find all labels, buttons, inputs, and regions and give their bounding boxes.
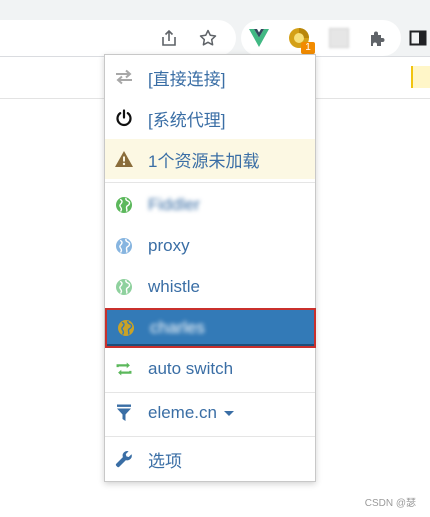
vue-devtools-icon[interactable] [245,24,273,52]
menu-item-proxy[interactable]: proxy [105,226,315,266]
auto-switch-icon [114,359,134,379]
menu-item-auto-switch[interactable]: auto switch [105,349,315,389]
menu-item-selected-profile[interactable]: charles [105,308,316,348]
menu-item-direct[interactable]: [直接连接] [105,57,315,97]
menu-item-label: charles [150,318,205,337]
power-icon [114,108,134,128]
extension-badge: 1 [301,42,315,54]
menu-item-system-proxy[interactable]: [系统代理] [105,98,315,138]
chevron-down-icon [223,410,234,416]
bookmark-star-icon[interactable] [194,24,222,52]
side-panel-icon[interactable] [404,24,430,52]
menu-item-label: 1个资源未加载 [148,151,260,171]
wrench-icon [114,449,134,469]
filter-icon [114,403,134,423]
page-content-stub [411,66,430,88]
menu-item-label: [直接连接] [148,69,226,89]
globe-icon [116,318,136,338]
warning-icon [114,149,134,169]
menu-item-unloaded-resources[interactable]: 1个资源未加载 [105,139,315,179]
menu-item-label: 选项 [148,451,182,471]
menu-item-label: whistle [148,277,200,296]
extensions-puzzle-icon[interactable] [364,24,392,52]
share-icon[interactable] [155,24,183,52]
watermark: CSDN @瑟 [364,498,416,509]
menu-item-label: proxy [148,236,190,255]
blurred-extension-icon[interactable] [325,24,353,52]
globe-icon [114,277,134,297]
menu-item-label: eleme.cn [148,403,217,422]
menu-item-options[interactable]: 选项 [105,439,315,479]
menu-item-profile-blurred[interactable]: Fiddler [105,185,315,225]
menu-item-label: Fiddler [148,195,200,214]
menu-item-label: auto switch [148,359,234,378]
transfer-arrows-icon [114,67,134,87]
menu-item-label: [系统代理] [148,110,226,130]
menu-item-whistle[interactable]: whistle [105,267,315,307]
browser-toolbar: 1 [0,0,430,57]
globe-icon [114,195,134,215]
globe-icon [114,236,134,256]
menu-item-domain-filter[interactable]: eleme.cn [105,393,315,433]
proxy-popup-menu: [直接连接] [系统代理] 1个资源未加载 Fiddler proxy whis… [104,54,316,482]
proxy-switch-extension-icon[interactable]: 1 [283,22,315,54]
menu-divider [105,436,315,437]
menu-divider [105,182,315,183]
